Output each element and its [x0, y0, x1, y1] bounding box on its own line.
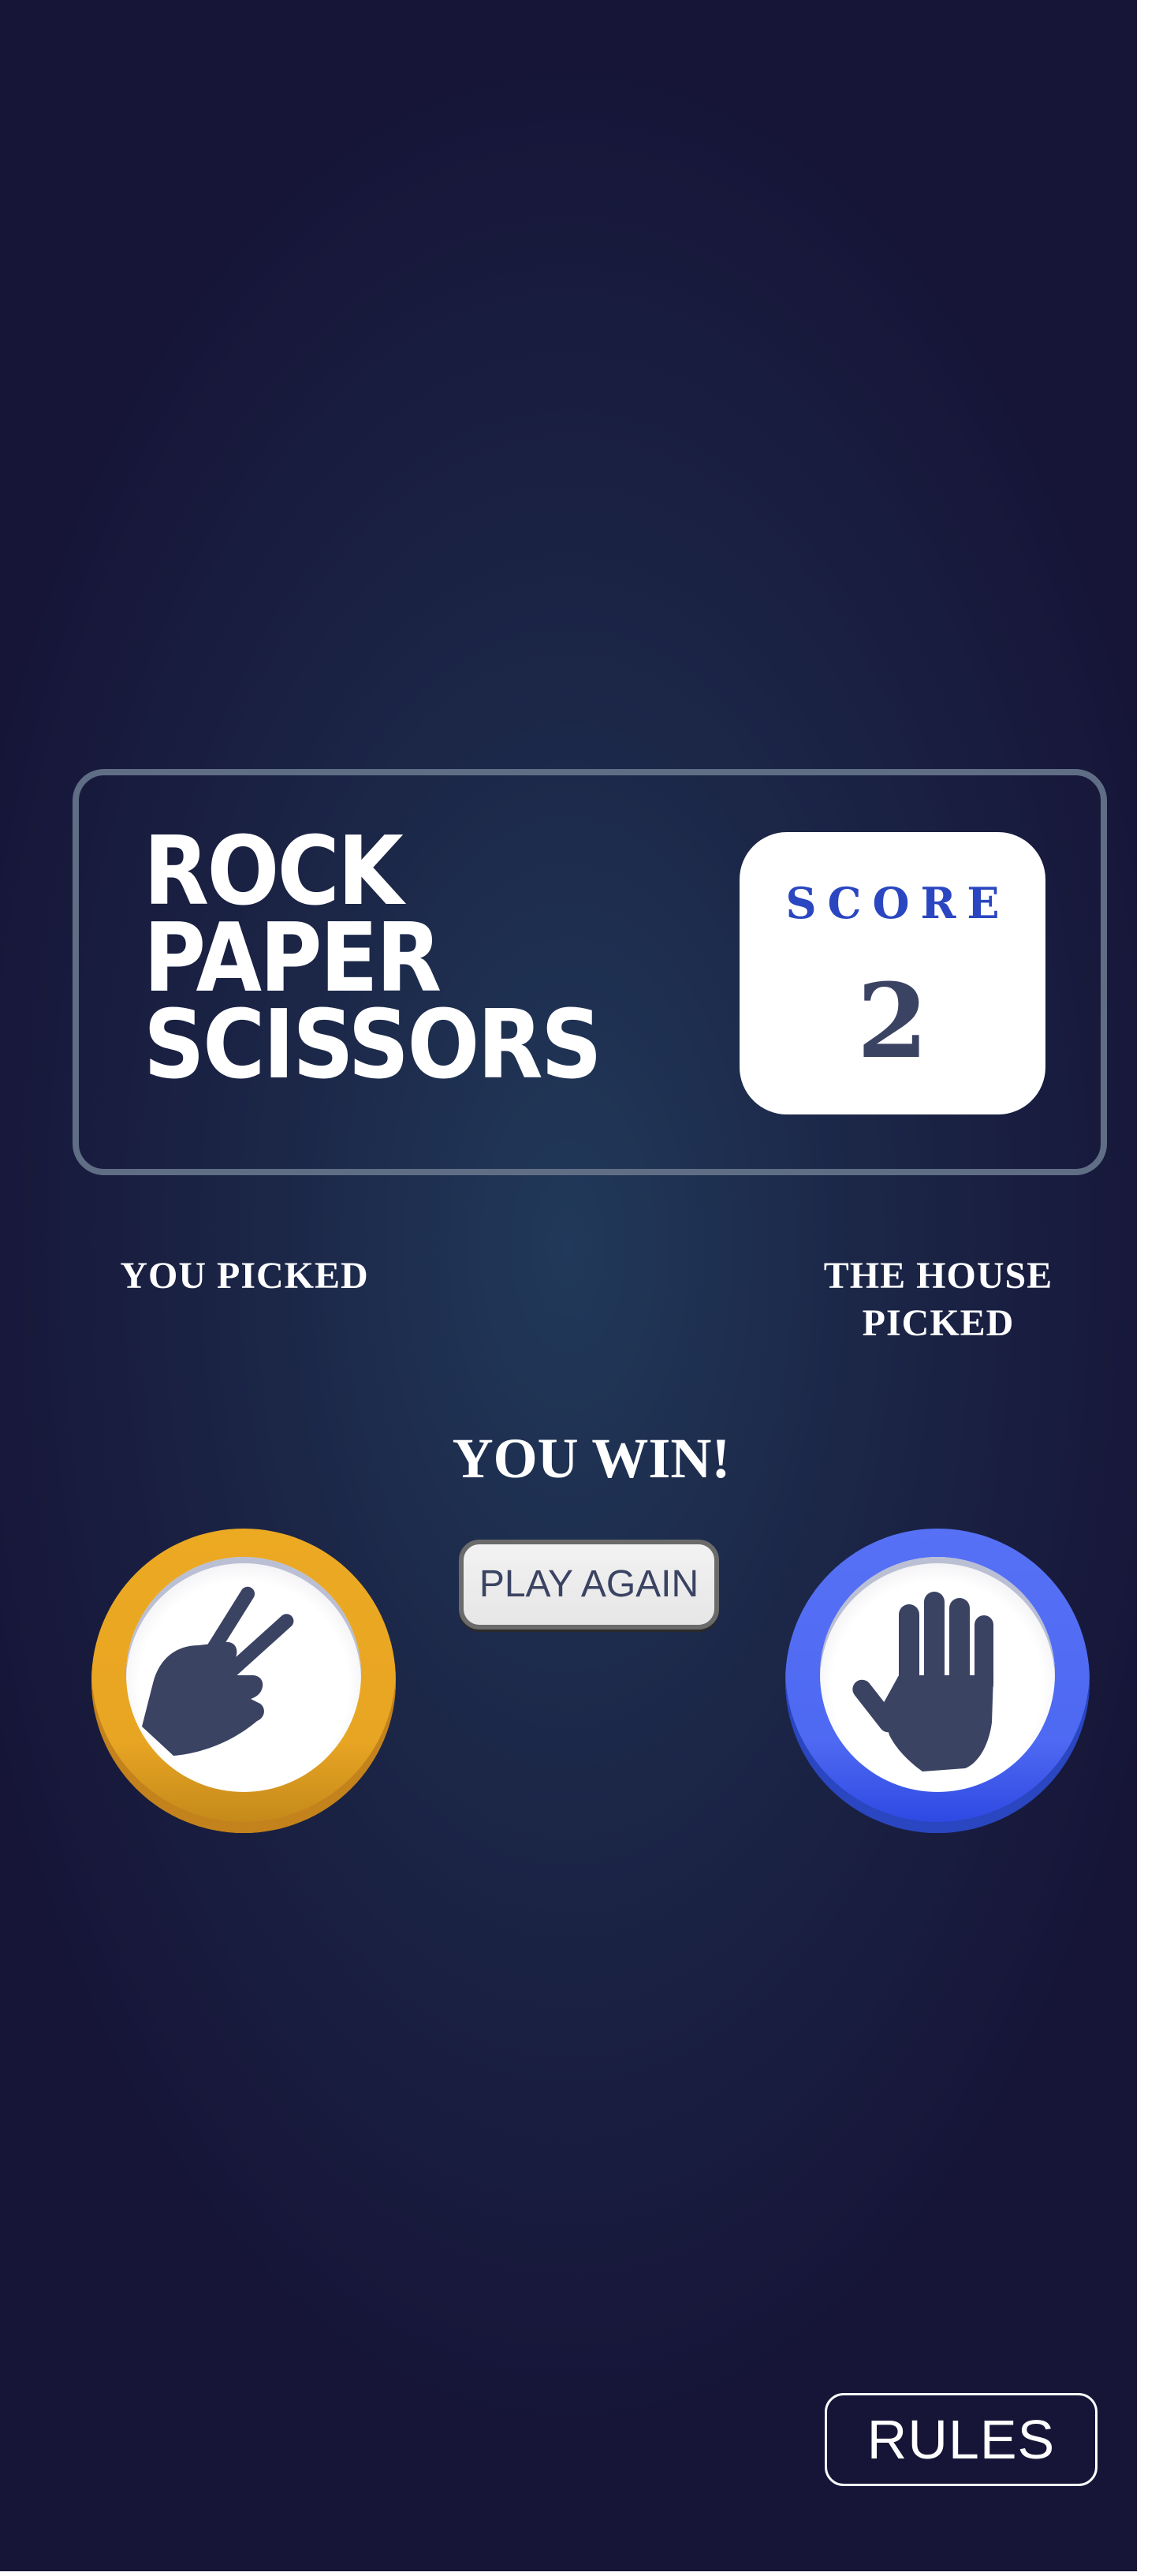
game-title: ROCK PAPER SCISSORS — [143, 817, 602, 1100]
header-panel: ROCK PAPER SCISSORS SCORE 2 — [73, 769, 1107, 1175]
result-text: YOU WIN! — [452, 1427, 731, 1490]
rules-button[interactable]: RULES — [825, 2393, 1098, 2486]
title-line-paper: PAPER — [143, 904, 442, 1014]
house-picked-label: THE HOUSE PICKED — [823, 1255, 1053, 1344]
paper-icon — [852, 1592, 993, 1771]
title-line-scissors: SCISSORS — [143, 991, 602, 1100]
title-line-rock: ROCK — [143, 817, 404, 927]
scissors-icon — [142, 1586, 294, 1756]
score-label: SCORE — [785, 878, 1011, 928]
house-token-face — [820, 1557, 1055, 1792]
player-choice-token — [91, 1529, 396, 1833]
house-choice-token — [785, 1529, 1090, 1833]
game-screen: ROCK PAPER SCISSORS SCORE 2 YOU PICKED T… — [0, 0, 1137, 2571]
player-token-face — [126, 1557, 361, 1792]
score-value: 2 — [856, 961, 929, 1081]
play-again-button[interactable]: PLAY AGAIN — [459, 1540, 719, 1630]
you-picked-label: YOU PICKED — [120, 1255, 369, 1297]
score-box: SCORE 2 — [740, 832, 1045, 1114]
